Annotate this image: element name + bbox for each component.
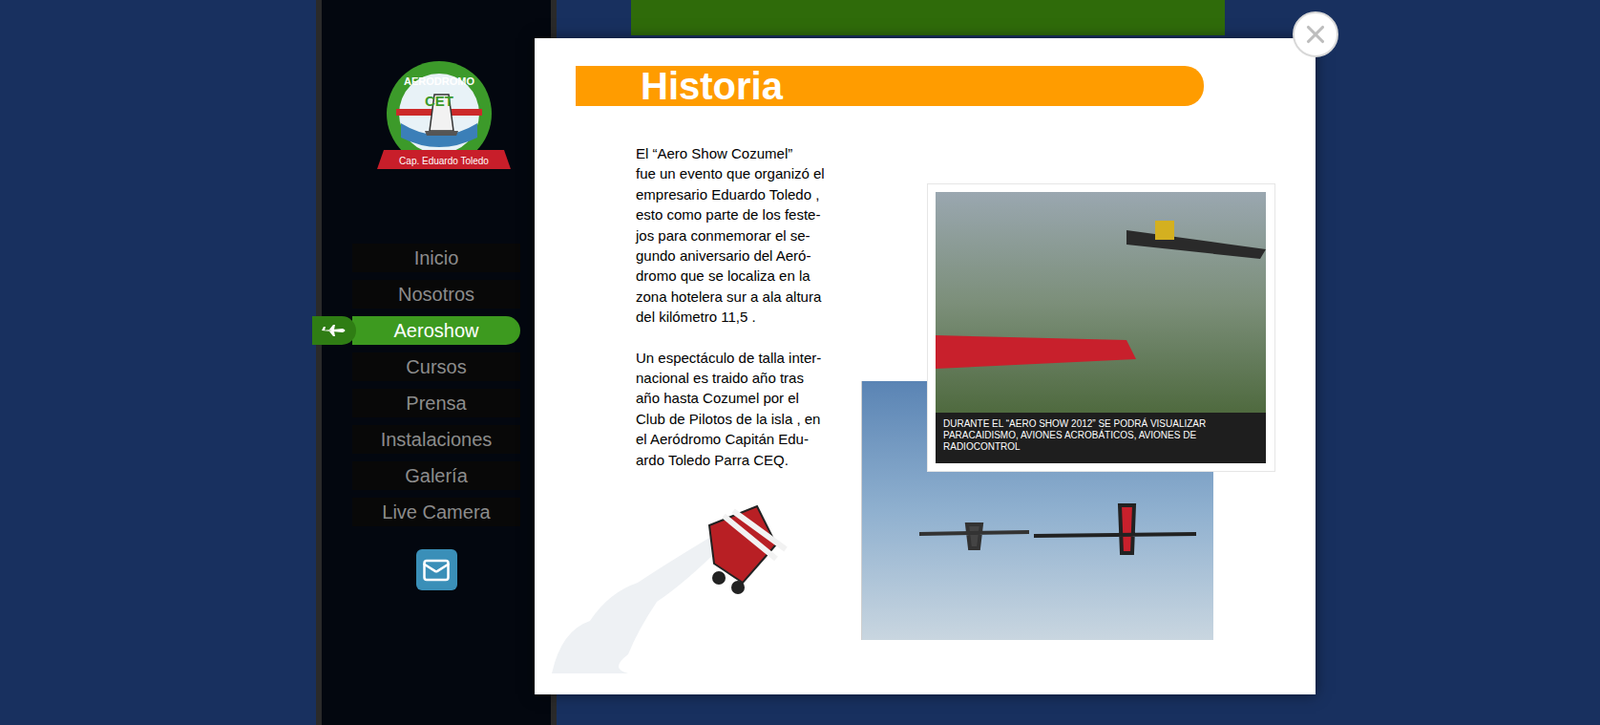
title-bar: Historia [575,65,1204,106]
nav-item[interactable]: Nosotros [352,279,521,309]
header-bar [631,0,1225,36]
paragraph: Un espectáculo de talla inter-nacional e… [635,347,825,470]
history-text: El “Aero Show Cozumel”fue un evento que … [635,143,825,470]
nav-item[interactable]: Galería [352,461,521,490]
nav-item[interactable]: Prensa [352,388,521,418]
nav-item[interactable]: Live Camera [352,497,521,527]
paragraph: El “Aero Show Cozumel”fue un evento que … [635,143,825,328]
plane-icon [935,191,1266,413]
logo[interactable]: AERODROMO CET Cap. Eduardo Toledo [372,56,516,181]
sidebar: AERODROMO CET Cap. Eduardo Toledo Inicio Nos… [315,0,557,725]
nav-menu: Inicio Nosotros Aeroshow Cursos Prensa Instal… [352,243,521,527]
close-button[interactable] [1292,11,1339,58]
smoke-plane [551,486,800,674]
plane-icon [319,323,349,337]
nav-item[interactable]: Inicio [352,243,521,273]
nav-item[interactable]: Aeroshow [352,315,521,345]
photo-aerial [935,191,1266,413]
mail-icon [421,555,451,585]
photo-caption: DURANTE EL “AERO SHOW 2012” SE PODRÁ VIS… [935,412,1266,464]
svg-text:Cap. Eduardo Toledo: Cap. Eduardo Toledo [399,155,489,167]
page: AERODROMO CET Cap. Eduardo Toledo Inicio Nos… [0,0,1600,725]
logo-icon: AERODROMO CET Cap. Eduardo Toledo [372,56,516,181]
photo-card: DURANTE EL “AERO SHOW 2012” SE PODRÁ VIS… [926,183,1276,472]
svg-text:AERODROMO: AERODROMO [403,75,475,87]
close-icon [1301,20,1330,49]
smoke-plane-icon [551,486,800,674]
nav-plane-tab [312,315,357,345]
nav-item[interactable]: Instalaciones [352,424,521,454]
mail-button[interactable] [416,548,458,590]
svg-text:CET: CET [424,92,454,109]
modal: Historia El “Aero Show Cozumel”fue un eve… [534,38,1316,695]
nav-item[interactable]: Cursos [352,352,521,381]
